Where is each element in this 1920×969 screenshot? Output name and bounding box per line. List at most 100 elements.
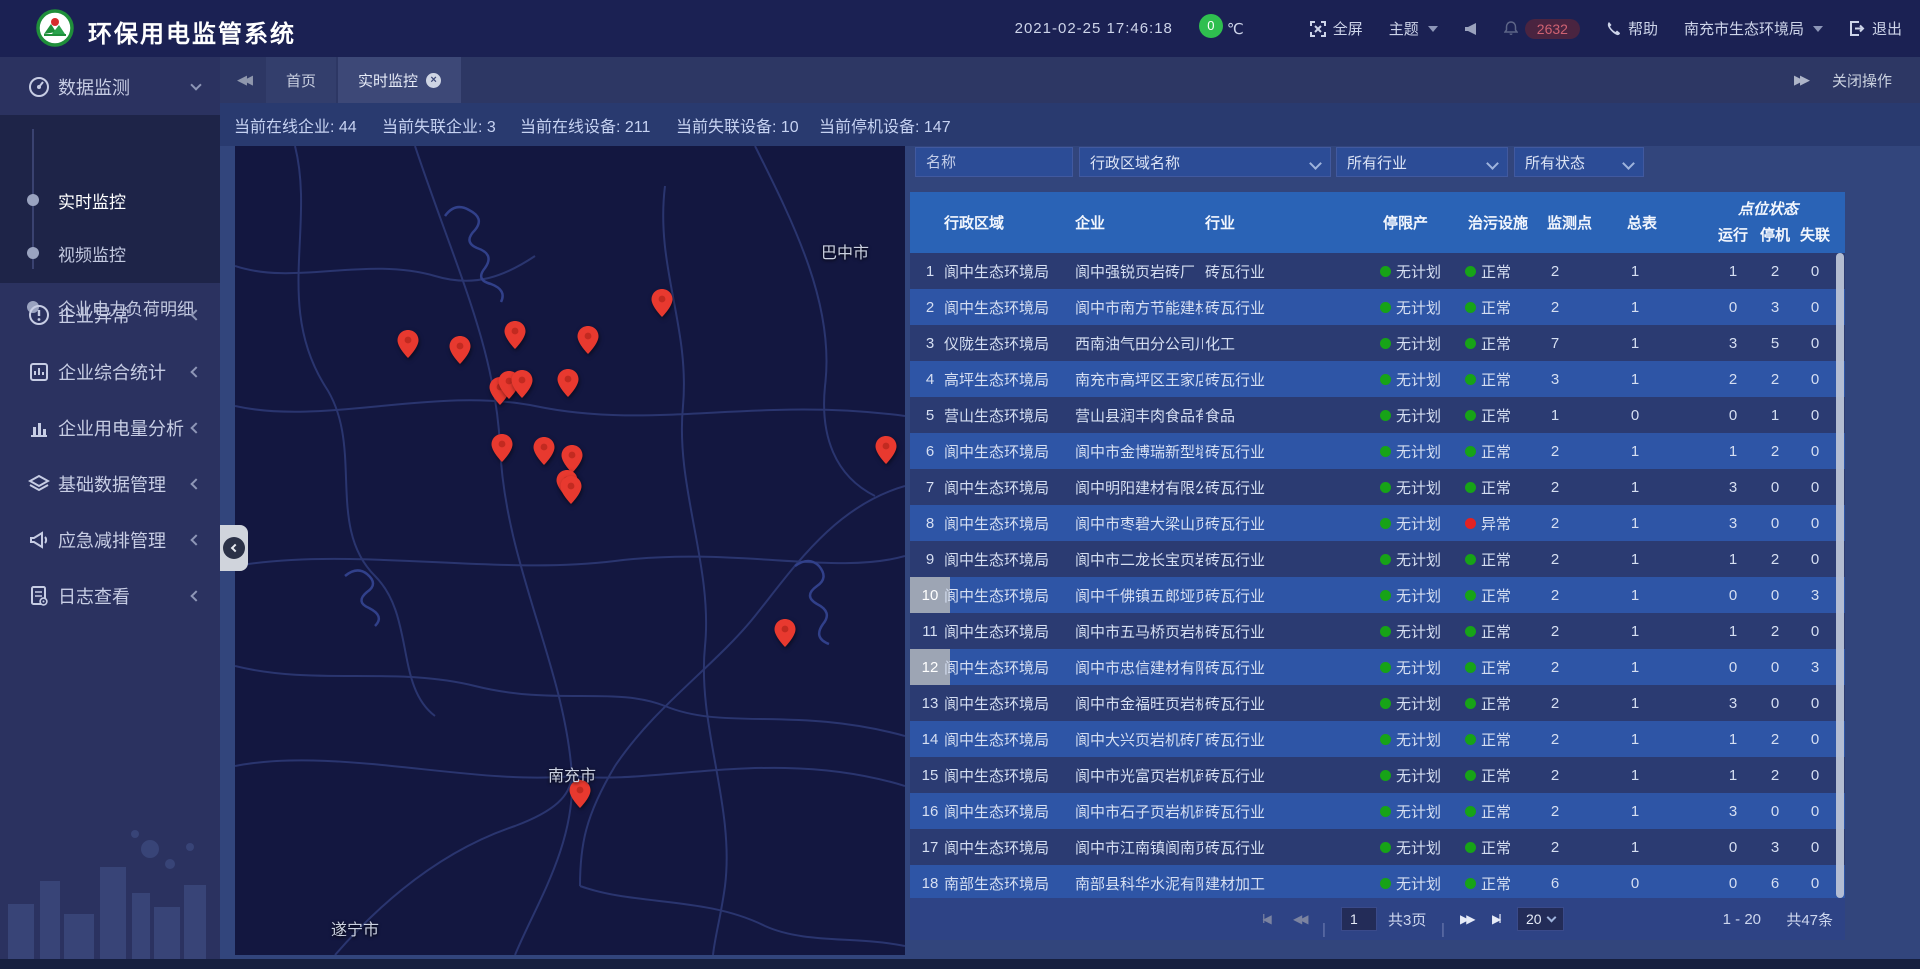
first-page-button[interactable]: Ⅰ◀ — [1262, 898, 1269, 940]
map-pin-icon[interactable] — [557, 369, 579, 397]
table-row[interactable]: 1阆中生态环境局阆中强锐页岩砖厂砖瓦行业无计划正常21120 — [910, 253, 1845, 289]
map-pin-icon[interactable] — [875, 436, 897, 464]
next-page-button[interactable]: ▶▶ — [1460, 898, 1472, 940]
close-operations-button[interactable]: 关闭操作 — [1832, 70, 1892, 91]
chevron-down-icon — [1428, 26, 1438, 32]
cell-monitor-points: 2 — [1535, 433, 1575, 469]
industry-select[interactable]: 所有行业 — [1336, 147, 1508, 177]
sidebar-item-base-data[interactable]: 基础数据管理 — [0, 456, 220, 512]
cell-industry: 砖瓦行业 — [1205, 577, 1265, 613]
cell-production-limit: 无计划 — [1380, 757, 1441, 793]
tabs-scroll-right-button[interactable]: ▶▶ — [1794, 72, 1806, 88]
sidebar-item-label: 企业综合统计 — [58, 359, 166, 385]
table-row[interactable]: 7阆中生态环境局阆中明阳建材有限公司砖瓦行业无计划正常21300 — [910, 469, 1845, 505]
page-number-input[interactable] — [1341, 907, 1377, 931]
status-dot-icon — [1465, 266, 1476, 277]
cell-monitor-points: 2 — [1535, 505, 1575, 541]
sidebar-item-video-monitor[interactable]: 视频监控 — [0, 233, 220, 273]
cell-industry: 砖瓦行业 — [1205, 793, 1265, 829]
tab-realtime-monitor[interactable]: 实时监控 × — [338, 57, 461, 103]
help-button[interactable]: 帮助 — [1606, 18, 1658, 39]
table-row[interactable]: 14阆中生态环境局阆中大兴页岩机砖厂砖瓦行业无计划正常21120 — [910, 721, 1845, 757]
sidebar-item-log-view[interactable]: 日志查看 — [0, 568, 220, 624]
bell-icon — [1504, 21, 1518, 36]
cell-industry: 砖瓦行业 — [1205, 361, 1265, 397]
cell-industry: 砖瓦行业 — [1205, 433, 1265, 469]
cell-total-meter: 1 — [1615, 253, 1655, 289]
table-row[interactable]: 16阆中生态环境局阆中市石子页岩机砖厂砖瓦行业无计划正常21300 — [910, 793, 1845, 829]
map-pin-icon[interactable] — [577, 326, 599, 354]
cell-disconnected: 0 — [1790, 685, 1840, 721]
sidebar-item-power-analysis[interactable]: 企业用电量分析 — [0, 400, 220, 456]
last-page-button[interactable]: ▶Ⅰ — [1492, 898, 1499, 940]
cell-region: 阆中生态环境局 — [944, 613, 1049, 649]
sidebar-item-enterprise-statistics[interactable]: 企业综合统计 — [0, 344, 220, 400]
map-pin-icon[interactable] — [561, 445, 583, 473]
table-row[interactable]: 5营山生态环境局营山县润丰肉食品有限食品无计划正常10010 — [910, 397, 1845, 433]
cell-production-limit: 无计划 — [1380, 253, 1441, 289]
table-row[interactable]: 13阆中生态环境局阆中市金福旺页岩机砖砖瓦行业无计划正常21300 — [910, 685, 1845, 721]
cell-industry: 砖瓦行业 — [1205, 757, 1265, 793]
chevron-left-icon — [190, 422, 201, 433]
prev-page-button[interactable]: ◀◀ — [1293, 898, 1305, 940]
cell-production-limit: 无计划 — [1380, 289, 1441, 325]
table-row[interactable]: 12阆中生态环境局阆中市忠信建材有限公砖瓦行业无计划正常21003 — [910, 649, 1845, 685]
cell-total-meter: 1 — [1615, 505, 1655, 541]
cell-disconnected: 0 — [1790, 289, 1840, 325]
map-pin-icon[interactable] — [533, 437, 555, 465]
map-pin-icon[interactable] — [560, 476, 582, 504]
map-pin-icon[interactable] — [504, 321, 526, 349]
table-row[interactable]: 4高坪生态环境局南充市高坪区王家店建砖瓦行业无计划正常31220 — [910, 361, 1845, 397]
tab-home[interactable]: 首页 — [266, 57, 336, 103]
fullscreen-button[interactable]: 全屏 — [1310, 18, 1363, 39]
status-select[interactable]: 所有状态 — [1514, 147, 1644, 177]
map-collapse-handle[interactable] — [220, 525, 248, 571]
table-row[interactable]: 9阆中生态环境局阆中市二龙长宝页岩砖砖瓦行业无计划正常21120 — [910, 541, 1845, 577]
name-search-field[interactable] — [915, 147, 1073, 177]
bullet-icon — [27, 194, 39, 206]
table-row[interactable]: 18南部生态环境局南部县科华水泥有限公建材加工无计划正常60060 — [910, 865, 1845, 898]
table-row[interactable]: 6阆中生态环境局阆中市金博瑞新型墙材砖瓦行业无计划正常21120 — [910, 433, 1845, 469]
table-row[interactable]: 10阆中生态环境局阆中千佛镇五郎垭页岩砖瓦行业无计划正常21003 — [910, 577, 1845, 613]
sidebar-item-emergency-reduction[interactable]: 应急减排管理 — [0, 512, 220, 568]
map-pin-icon[interactable] — [774, 619, 796, 647]
cell-region: 阆中生态环境局 — [944, 721, 1049, 757]
tab-bar: ◀◀ 首页 实时监控 × ▶▶ 关闭操作 — [220, 57, 1920, 103]
name-search-input[interactable] — [926, 154, 1062, 171]
sidebar-item-realtime-monitor[interactable]: 实时监控 — [0, 180, 220, 220]
sidebar-item-enterprise-abnormal[interactable]: 企业异常 — [0, 287, 220, 343]
sidebar-item-data-monitoring[interactable]: 数据监测 — [0, 59, 220, 115]
status-dot-icon — [1380, 338, 1391, 349]
table-row[interactable]: 15阆中生态环境局阆中市光富页岩机砖厂砖瓦行业无计划正常21120 — [910, 757, 1845, 793]
table-row[interactable]: 2阆中生态环境局阆中市南方节能建材有砖瓦行业无计划正常21030 — [910, 289, 1845, 325]
cell-region: 阆中生态环境局 — [944, 757, 1049, 793]
page-size-select[interactable]: 20 — [1517, 907, 1564, 931]
tabs-scroll-left-button[interactable]: ◀◀ — [220, 57, 266, 103]
cell-company: 阆中市南方节能建材有 — [1075, 289, 1203, 325]
cell-disconnected: 0 — [1790, 757, 1840, 793]
cell-monitor-points: 2 — [1535, 289, 1575, 325]
cell-pollution-control: 正常 — [1465, 757, 1511, 793]
cell-company: 阆中市光富页岩机砖厂 — [1075, 757, 1203, 793]
table-row[interactable]: 11阆中生态环境局阆中市五马桥页岩机砖砖瓦行业无计划正常21120 — [910, 613, 1845, 649]
table-row[interactable]: 17阆中生态环境局阆中市江南镇阆南页岩砖瓦行业无计划正常21030 — [910, 829, 1845, 865]
theme-menu[interactable]: 主题 — [1389, 18, 1438, 39]
status-dot-icon — [1465, 482, 1476, 493]
cell-industry: 砖瓦行业 — [1205, 649, 1265, 685]
map-canvas[interactable]: 巴中市南充市遂宁市 — [235, 146, 905, 955]
table-scrollbar[interactable] — [1836, 253, 1844, 898]
map-pin-icon[interactable] — [397, 330, 419, 358]
notifications[interactable]: 2632 — [1504, 19, 1580, 39]
table-row[interactable]: 8阆中生态环境局阆中市枣碧大梁山页岩砖瓦行业无计划异常21300 — [910, 505, 1845, 541]
map-pin-icon[interactable] — [511, 370, 533, 398]
sound-button[interactable] — [1464, 22, 1478, 36]
org-menu[interactable]: 南充市生态环境局 — [1684, 18, 1823, 39]
chevron-down-icon — [1813, 26, 1823, 32]
region-select[interactable]: 行政区域名称 — [1079, 147, 1331, 177]
table-row[interactable]: 3仪陇生态环境局西南油气田分公司川中化工无计划正常71350 — [910, 325, 1845, 361]
map-pin-icon[interactable] — [449, 336, 471, 364]
map-pin-icon[interactable] — [491, 434, 513, 462]
map-pin-icon[interactable] — [651, 289, 673, 317]
logout-button[interactable]: 退出 — [1849, 18, 1902, 39]
close-icon[interactable]: × — [426, 73, 441, 88]
